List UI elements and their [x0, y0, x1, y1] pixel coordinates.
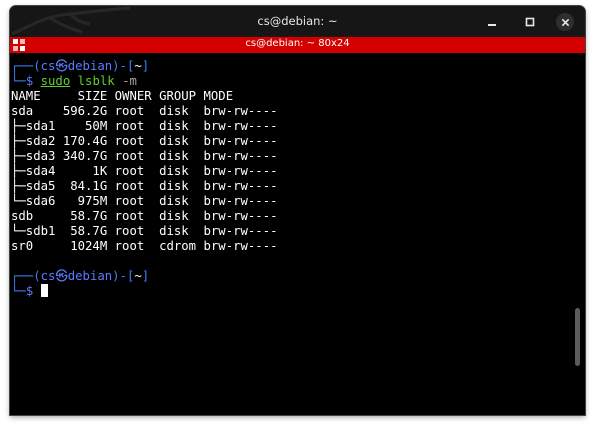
- text-cursor: [40, 284, 48, 297]
- scrollbar-thumb[interactable]: [575, 308, 580, 366]
- prompt-dir: ~: [134, 269, 142, 283]
- prompt-user: cs: [40, 59, 56, 73]
- prompt-frame: └─: [11, 284, 26, 298]
- output-line: ├─sda4 1K root disk brw-rw----: [11, 164, 278, 178]
- minimize-button[interactable]: [484, 14, 500, 30]
- prompt-dollar: $: [25, 74, 41, 88]
- prompt-line-top: ┌──(cs㉿debian)-[~]: [11, 269, 149, 284]
- command-name: sudo: [40, 74, 71, 88]
- title-bar[interactable]: cs@debian: ~: [10, 6, 585, 37]
- prompt-at: ㉿: [55, 269, 68, 283]
- minimize-icon: [488, 24, 496, 26]
- prompt-frame: ┌──(: [11, 59, 41, 73]
- command-flag: -m: [122, 74, 137, 88]
- output-line: ├─sda2 170.4G root disk brw-rw----: [11, 134, 278, 148]
- output-line: sdb 58.7G root disk brw-rw----: [11, 209, 278, 223]
- prompt-frame: )-[: [112, 269, 135, 283]
- output-line: └─sdb1 58.7G root disk brw-rw----: [11, 224, 278, 238]
- output-line: ├─sda5 84.1G root disk brw-rw----: [11, 179, 278, 193]
- terminal-content[interactable]: ┌──(cs㉿debian)-[~] └─$ sudo lsblk -m NAM…: [10, 53, 570, 415]
- prompt-frame: ]: [141, 269, 150, 283]
- prompt-host: debian: [67, 269, 113, 283]
- prompt-user: cs: [40, 269, 56, 283]
- command-line: └─$ sudo lsblk -m: [11, 74, 137, 89]
- tab-bar[interactable]: cs@debian: ~ 80x24: [10, 37, 585, 53]
- output-line: sda 596.2G root disk brw-rw----: [11, 104, 278, 118]
- prompt-at: ㉿: [55, 59, 68, 73]
- maximize-icon: [525, 17, 535, 27]
- command-line[interactable]: └─$: [11, 284, 48, 299]
- scrollbar[interactable]: [571, 53, 585, 415]
- tab-title: cs@debian: ~ 80x24: [245, 38, 350, 49]
- prompt-line-top: ┌──(cs㉿debian)-[~]: [11, 59, 149, 74]
- prompt-frame: └─: [11, 74, 26, 88]
- output-line: ├─sda1 50M root disk brw-rw----: [11, 119, 278, 133]
- close-button[interactable]: [556, 13, 574, 31]
- prompt-frame: )-[: [112, 59, 135, 73]
- output-line: └─sda6 975M root disk brw-rw----: [11, 194, 278, 208]
- output-line: sr0 1024M root cdrom brw-rw----: [11, 239, 278, 253]
- prompt-frame: ]: [141, 59, 150, 73]
- output-line: ├─sda3 340.7G root disk brw-rw----: [11, 149, 278, 163]
- prompt-dollar: $: [25, 284, 41, 298]
- prompt-host: debian: [67, 59, 113, 73]
- maximize-button[interactable]: [522, 14, 538, 30]
- command-arg: lsblk: [77, 74, 115, 88]
- prompt-frame: ┌──(: [11, 269, 41, 283]
- terminal-window: cs@debian: ~ cs@debian: ~ 80x24 ┌──(cs㉿d…: [10, 6, 585, 415]
- output-header: NAME SIZE OWNER GROUP MODE: [11, 89, 234, 103]
- prompt-dir: ~: [134, 59, 142, 73]
- close-icon: [561, 18, 569, 26]
